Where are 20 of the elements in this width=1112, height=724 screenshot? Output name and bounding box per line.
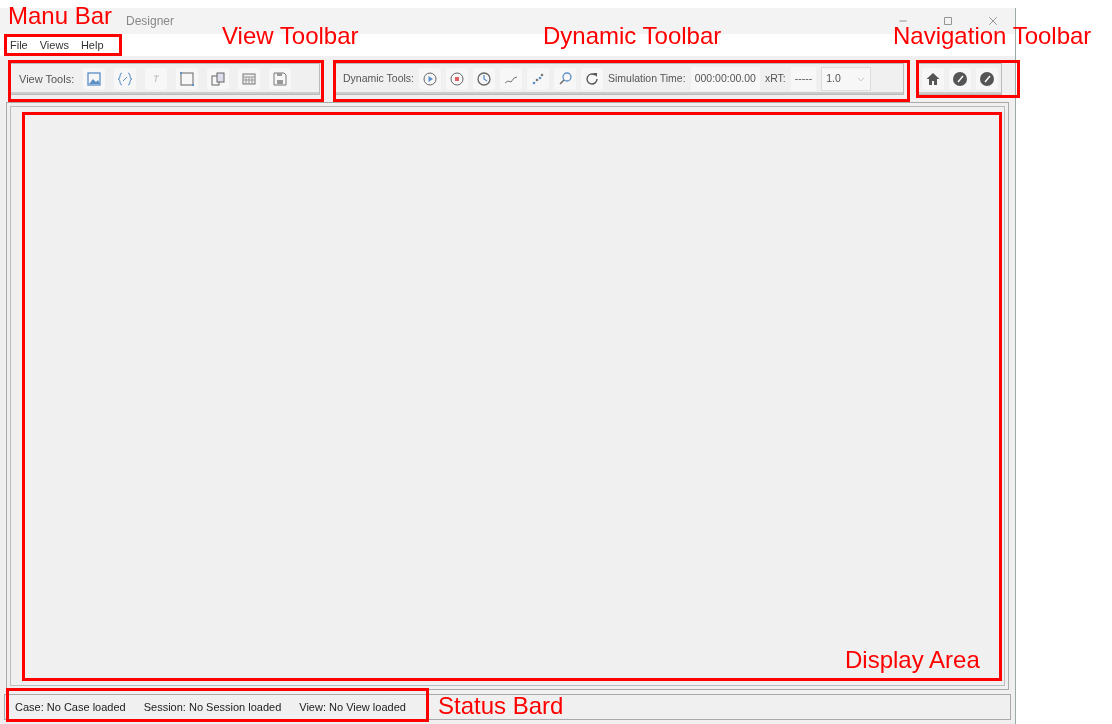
toolbar-label: Dynamic Tools: — [343, 71, 414, 87]
menu-item[interactable]: Help — [80, 36, 104, 54]
simulation-time-label: Simulation Time: — [608, 71, 686, 87]
annotation-label: View Toolbar — [222, 24, 359, 48]
status-text: Session: No Session loaded — [143, 699, 282, 715]
status-text: View: No View loaded — [299, 699, 406, 715]
speed-dropdown[interactable]: 1.0 — [821, 67, 872, 91]
menu-item[interactable]: File — [10, 36, 28, 54]
annotation-label: Manu Bar — [8, 4, 113, 28]
toolbar-label: View Tools: — [19, 71, 75, 87]
status-text: Case: No Case loaded — [15, 699, 126, 715]
annotation-label: Status Bard — [438, 694, 564, 718]
xrt-label: xRT: — [764, 71, 786, 87]
annotation-label: Display Area — [845, 648, 980, 672]
window-title: Designer — [126, 13, 175, 30]
annotation-label: Navigation Toolbar — [893, 24, 1092, 48]
menu-item[interactable]: Views — [39, 36, 69, 54]
xrt-field: ----- — [790, 67, 817, 91]
annotation-label: Dynamic Toolbar — [543, 24, 722, 48]
simulation-time-field: 000:00:00.00 — [690, 67, 760, 91]
